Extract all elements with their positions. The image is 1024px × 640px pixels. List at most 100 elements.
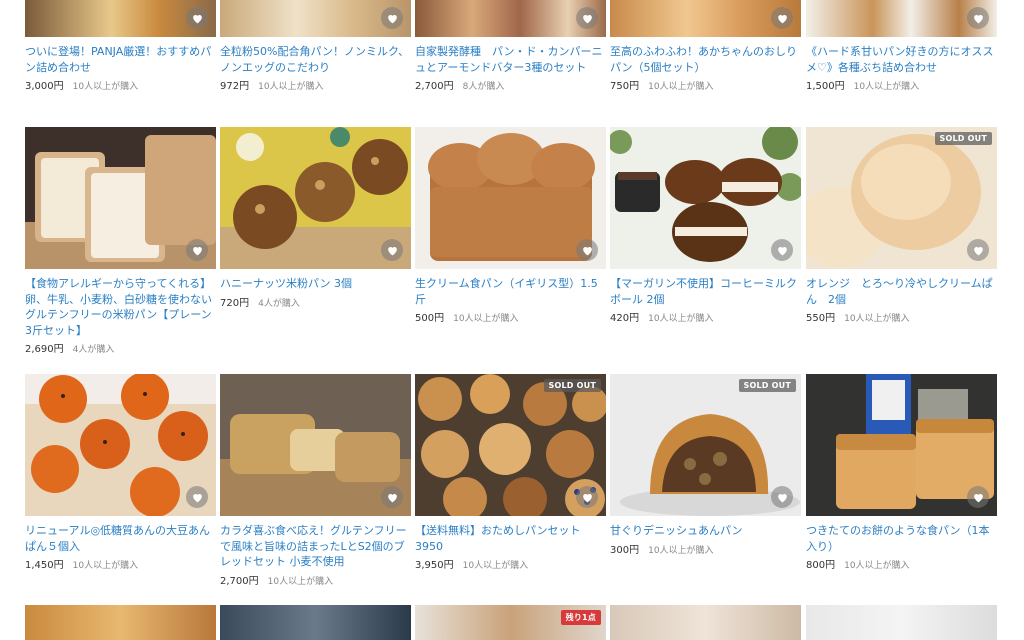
product-card[interactable]: 【食物アレルギーから守ってくれる】卵、牛乳、小麦粉、白砂糖を使わないグルテンフリ…	[25, 127, 216, 355]
product-title[interactable]: 《ハード系甘いパン好きの方にオススメ♡》各種ぶち詰め合わせ	[806, 44, 997, 75]
product-meta: 2,700円 8人が購入	[415, 77, 606, 92]
favorite-heart-icon[interactable]	[381, 7, 403, 29]
product-image[interactable]: SOLD OUT	[415, 374, 606, 516]
favorite-heart-icon[interactable]	[381, 239, 403, 261]
product-card[interactable]: 残り1点	[415, 605, 606, 640]
product-price: 1,450円	[25, 560, 64, 571]
product-image[interactable]	[220, 127, 411, 269]
product-image[interactable]	[25, 374, 216, 516]
product-card[interactable]: 生クリーム食パン（イギリス型）1.5斤 500円 10人以上が購入	[415, 127, 606, 324]
product-title[interactable]: 自家製発酵種 パン・ド・カンパーニュとアーモンドバター3種のセット	[415, 44, 606, 75]
favorite-heart-icon[interactable]	[576, 7, 598, 29]
product-card[interactable]: ハニーナッツ米粉パン 3個 720円 4人が購入	[220, 127, 411, 309]
product-card[interactable]	[220, 605, 411, 640]
product-card[interactable]: つきたてのお餅のような食パン（1本入り） 800円 10人以上が購入	[806, 374, 997, 571]
buyer-count: 10人以上が購入	[72, 561, 139, 571]
product-title[interactable]: 甘ぐりデニッシュあんパン	[610, 523, 801, 539]
product-meta: 800円 10人以上が購入	[806, 556, 997, 571]
product-meta: 750円 10人以上が購入	[610, 77, 801, 92]
product-title[interactable]: 至高のふわふわ！あかちゃんのおしりパン（5個セット）	[610, 44, 801, 75]
product-title[interactable]: 【食物アレルギーから守ってくれる】卵、牛乳、小麦粉、白砂糖を使わないグルテンフリ…	[25, 276, 216, 338]
favorite-heart-icon[interactable]	[186, 239, 208, 261]
product-meta: 550円 10人以上が購入	[806, 309, 997, 324]
sold-out-badge: SOLD OUT	[738, 379, 796, 392]
product-image[interactable]	[610, 0, 801, 37]
product-price: 550円	[806, 313, 836, 324]
product-image[interactable]	[220, 374, 411, 516]
product-card[interactable]: カラダ喜ぶ食べ応え！グルテンフリーで風味と旨味の詰まったLとS2個のブレッドセッ…	[220, 374, 411, 587]
product-price: 1,500円	[806, 81, 845, 92]
buyer-count: 10人以上が購入	[648, 314, 714, 324]
product-card[interactable]	[610, 605, 801, 640]
product-price: 2,700円	[415, 81, 454, 92]
product-image[interactable]: 残り1点	[415, 605, 606, 640]
product-title[interactable]: 生クリーム食パン（イギリス型）1.5斤	[415, 276, 606, 307]
product-image[interactable]	[806, 605, 997, 640]
buyer-count: 10人以上が購入	[853, 82, 920, 92]
product-title[interactable]: 【マーガリン不使用】コーヒーミルクボール 2個	[610, 276, 801, 307]
buyer-count: 8人が購入	[462, 82, 505, 92]
product-title[interactable]: オレンジ とろ〜り冷やしクリームぱん 2個	[806, 276, 997, 307]
favorite-heart-icon[interactable]	[967, 486, 989, 508]
product-card[interactable]: 《ハード系甘いパン好きの方にオススメ♡》各種ぶち詰め合わせ 1,500円 10人以…	[806, 0, 997, 92]
favorite-heart-icon[interactable]	[771, 239, 793, 261]
product-image[interactable]	[220, 605, 411, 640]
favorite-heart-icon[interactable]	[771, 486, 793, 508]
product-card[interactable]: 【マーガリン不使用】コーヒーミルクボール 2個 420円 10人以上が購入	[610, 127, 801, 324]
product-image[interactable]	[25, 605, 216, 640]
product-title[interactable]: つきたてのお餅のような食パン（1本入り）	[806, 523, 997, 554]
product-image[interactable]	[25, 0, 216, 37]
product-meta: 300円 10人以上が購入	[610, 541, 801, 556]
buyer-count: 10人以上が購入	[258, 82, 324, 92]
favorite-heart-icon[interactable]	[967, 7, 989, 29]
product-card[interactable]: SOLD OUT オレンジ とろ〜り冷やしクリームぱん 2個 550円 10人以上…	[806, 127, 997, 324]
product-card[interactable]: SOLD OUT 【送料無料】おためしパンセット 3950 3,950円 10人以…	[415, 374, 606, 571]
buyer-count: 10人以上が購入	[648, 545, 714, 556]
product-price: 420円	[610, 313, 640, 324]
product-image[interactable]	[415, 127, 606, 269]
favorite-heart-icon[interactable]	[186, 486, 208, 508]
buyer-count: 4人が購入	[72, 345, 115, 355]
product-title[interactable]: 全粒粉50%配合角パン！ノンミルク、ノンエッグのこだわり	[220, 44, 411, 75]
product-image[interactable]: SOLD OUT	[610, 374, 801, 516]
favorite-heart-icon[interactable]	[771, 7, 793, 29]
sold-out-badge: SOLD OUT	[934, 132, 992, 145]
product-title[interactable]: ついに登場！PANJA厳選！おすすめパン詰め合わせ	[25, 44, 216, 75]
buyer-count: 10人以上が購入	[648, 82, 714, 92]
product-image[interactable]	[610, 127, 801, 269]
product-title[interactable]: リニューアル◎低糖質あんの大豆あんぱん５個入	[25, 523, 216, 554]
buyer-count: 10人以上が購入	[844, 561, 910, 571]
product-card[interactable]: 自家製発酵種 パン・ド・カンパーニュとアーモンドバター3種のセット 2,700円…	[415, 0, 606, 92]
product-card[interactable]: リニューアル◎低糖質あんの大豆あんぱん５個入 1,450円 10人以上が購入	[25, 374, 216, 571]
product-image[interactable]	[610, 605, 801, 640]
product-image[interactable]	[806, 0, 997, 37]
favorite-heart-icon[interactable]	[186, 7, 208, 29]
product-image[interactable]	[220, 0, 411, 37]
product-meta: 1,500円 10人以上が購入	[806, 77, 997, 92]
product-title[interactable]: カラダ喜ぶ食べ応え！グルテンフリーで風味と旨味の詰まったLとS2個のブレッドセッ…	[220, 523, 411, 570]
product-card[interactable]	[25, 605, 216, 640]
favorite-heart-icon[interactable]	[381, 486, 403, 508]
product-card[interactable]: 全粒粉50%配合角パン！ノンミルク、ノンエッグのこだわり 972円 10人以上が購…	[220, 0, 411, 92]
product-image[interactable]: SOLD OUT	[806, 127, 997, 269]
product-meta: 420円 10人以上が購入	[610, 309, 801, 324]
product-title[interactable]: 【送料無料】おためしパンセット 3950	[415, 523, 606, 554]
favorite-heart-icon[interactable]	[576, 239, 598, 261]
product-price: 720円	[220, 297, 250, 309]
product-price: 2,690円	[25, 344, 64, 355]
product-card[interactable]: SOLD OUT 甘ぐりデニッシュあんパン 300円 10人以上が購入	[610, 374, 801, 556]
product-image[interactable]	[806, 374, 997, 516]
product-price: 750円	[610, 81, 640, 92]
product-title[interactable]: ハニーナッツ米粉パン 3個	[220, 276, 411, 292]
product-card[interactable]: 至高のふわふわ！あかちゃんのおしりパン（5個セット） 750円 10人以上が購入	[610, 0, 801, 92]
product-image[interactable]	[25, 127, 216, 269]
favorite-heart-icon[interactable]	[576, 486, 598, 508]
product-image[interactable]	[415, 0, 606, 37]
product-meta: 2,700円 10人以上が購入	[220, 572, 411, 587]
product-card[interactable]	[806, 605, 997, 640]
product-card[interactable]: ついに登場！PANJA厳選！おすすめパン詰め合わせ 3,000円 10人以上が購入	[25, 0, 216, 92]
buyer-count: 10人以上が購入	[72, 82, 139, 92]
buyer-count: 10人以上が購入	[844, 314, 910, 324]
product-meta: 3,950円 10人以上が購入	[415, 556, 606, 571]
favorite-heart-icon[interactable]	[967, 239, 989, 261]
